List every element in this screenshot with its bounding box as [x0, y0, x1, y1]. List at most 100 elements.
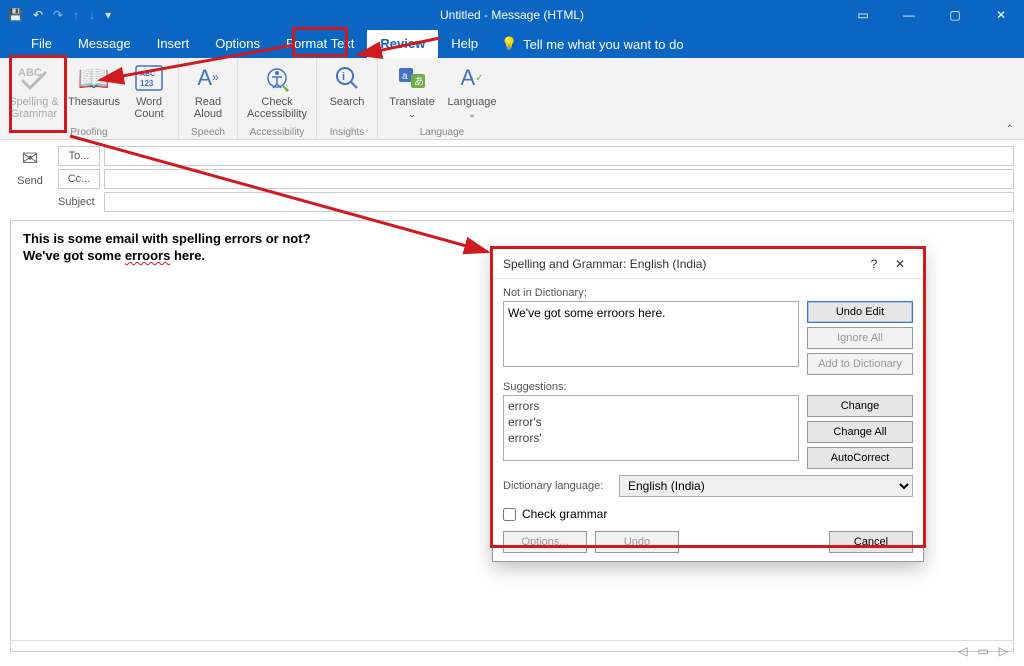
- cancel-button[interactable]: Cancel: [829, 531, 913, 553]
- maximize-icon[interactable]: ▢: [932, 0, 978, 30]
- add-to-dictionary-button[interactable]: Add to Dictionary: [807, 353, 913, 375]
- autocorrect-button[interactable]: AutoCorrect: [807, 447, 913, 469]
- group-insights: Insights: [330, 127, 364, 140]
- collapse-ribbon-icon[interactable]: ⌃: [1006, 124, 1014, 135]
- spelling-grammar-button[interactable]: ABC Spelling & Grammar: [6, 62, 62, 120]
- ignore-all-button[interactable]: Ignore All: [807, 327, 913, 349]
- group-language: Language: [420, 127, 465, 140]
- language-icon: A✓: [460, 62, 483, 94]
- subject-label: Subject: [58, 192, 100, 212]
- tab-options[interactable]: Options: [202, 30, 273, 58]
- suggestion-item[interactable]: errors: [508, 398, 794, 414]
- status-right-icon[interactable]: ▷: [999, 644, 1008, 658]
- search-icon: i: [333, 62, 361, 94]
- body-line-1: This is some email with spelling errors …: [23, 231, 1001, 246]
- ribbon-tabs: File Message Insert Options Format Text …: [0, 30, 1024, 58]
- ribbon: ABC Spelling & Grammar 📖 Thesaurus ABC12…: [0, 58, 1024, 140]
- tab-file[interactable]: File: [18, 30, 65, 58]
- change-all-button[interactable]: Change All: [807, 421, 913, 443]
- spelling-icon: ABC: [16, 62, 52, 94]
- cc-button[interactable]: Cc...: [58, 169, 100, 189]
- undo-edit-button[interactable]: Undo Edit: [807, 301, 913, 323]
- suggestions-label: Suggestions:: [503, 381, 799, 393]
- group-accessibility: Accessibility: [250, 127, 304, 140]
- word-count-button[interactable]: ABC123 Word Count: [126, 62, 172, 120]
- suggestion-item[interactable]: error's: [508, 414, 794, 430]
- svg-text:あ: あ: [414, 76, 424, 88]
- status-left-icon[interactable]: ◁: [958, 644, 967, 658]
- wordcount-icon: ABC123: [134, 62, 164, 94]
- lightbulb-icon: 💡: [501, 36, 517, 52]
- translate-label: Translate⌄: [389, 96, 434, 120]
- qat-dropdown-icon[interactable]: ▾: [105, 8, 111, 22]
- undo-button[interactable]: Undo: [595, 531, 679, 553]
- save-icon[interactable]: 💾: [8, 8, 23, 22]
- spelling-label: Spelling & Grammar: [9, 96, 59, 120]
- tab-review[interactable]: Review: [367, 30, 438, 58]
- svg-text:i: i: [342, 71, 345, 83]
- to-field[interactable]: [104, 146, 1014, 166]
- dialog-close-icon[interactable]: ✕: [887, 257, 913, 271]
- read-aloud-icon: A»: [197, 62, 218, 94]
- change-button[interactable]: Change: [807, 395, 913, 417]
- tab-insert[interactable]: Insert: [144, 30, 203, 58]
- language-button[interactable]: A✓ Language⌄: [444, 62, 500, 120]
- language-label: Language⌄: [448, 96, 497, 120]
- tab-help[interactable]: Help: [438, 30, 491, 58]
- ribbon-display-icon[interactable]: ▭: [840, 0, 886, 30]
- check-grammar-checkbox[interactable]: Check grammar: [503, 507, 913, 521]
- check-grammar-box[interactable]: [503, 508, 516, 521]
- tab-format-text[interactable]: Format Text: [273, 30, 367, 58]
- options-button[interactable]: Options...: [503, 531, 587, 553]
- wordcount-label: Word Count: [134, 96, 163, 120]
- not-in-dict-label: Not in Dictionary;: [503, 287, 799, 299]
- suggestions-list[interactable]: errorserror'serrors': [503, 395, 799, 461]
- svg-text:a: a: [402, 71, 408, 82]
- tell-me[interactable]: 💡 Tell me what you want to do: [501, 36, 684, 52]
- dialog-title: Spelling and Grammar: English (India): [503, 257, 861, 271]
- send-label[interactable]: Send: [17, 175, 43, 187]
- group-proofing: Proofing: [70, 127, 107, 140]
- status-bar: ◁ ▭ ▷: [10, 640, 1014, 660]
- dialog-help-icon[interactable]: ?: [861, 257, 887, 271]
- search-button[interactable]: i Search: [323, 62, 371, 108]
- read-aloud-button[interactable]: A» Read Aloud: [185, 62, 231, 120]
- not-in-dict-textarea[interactable]: [503, 301, 799, 367]
- svg-text:123: 123: [140, 79, 154, 88]
- thesaurus-button[interactable]: 📖 Thesaurus: [66, 62, 122, 108]
- translate-button[interactable]: aあ Translate⌄: [384, 62, 440, 120]
- svg-text:ABC: ABC: [18, 67, 42, 79]
- thesaurus-label: Thesaurus: [68, 96, 120, 108]
- check-accessibility-button[interactable]: Check Accessibility: [244, 62, 310, 120]
- minimize-icon[interactable]: —: [886, 0, 932, 30]
- translate-icon: aあ: [397, 62, 427, 94]
- accessibility-icon: [263, 62, 291, 94]
- close-icon[interactable]: ✕: [978, 0, 1024, 30]
- thesaurus-icon: 📖: [78, 62, 110, 94]
- misspelled-word[interactable]: erroors: [125, 248, 171, 263]
- accessibility-label: Check Accessibility: [247, 96, 307, 120]
- window-title: Untitled - Message (HTML): [440, 8, 584, 22]
- compose-header: ✉ Send To... Cc... Subject: [0, 140, 1024, 212]
- suggestion-item[interactable]: errors': [508, 430, 794, 446]
- svg-text:ABC: ABC: [140, 71, 155, 78]
- dict-lang-label: Dictionary language:: [503, 480, 613, 492]
- spelling-dialog: Spelling and Grammar: English (India) ? …: [492, 248, 924, 562]
- dict-lang-select[interactable]: English (India): [619, 475, 913, 497]
- qat-up-icon: ↑: [73, 8, 79, 22]
- tell-me-text: Tell me what you want to do: [523, 37, 683, 52]
- undo-icon[interactable]: ↶: [33, 8, 43, 22]
- cc-field[interactable]: [104, 169, 1014, 189]
- to-button[interactable]: To...: [58, 146, 100, 166]
- qat-down-icon: ↓: [89, 8, 95, 22]
- check-grammar-label: Check grammar: [522, 507, 607, 521]
- status-box-icon[interactable]: ▭: [977, 644, 988, 658]
- read-aloud-label: Read Aloud: [194, 96, 222, 120]
- tab-message[interactable]: Message: [65, 30, 144, 58]
- title-bar: 💾 ↶ ↷ ↑ ↓ ▾ Untitled - Message (HTML) ▭ …: [0, 0, 1024, 30]
- redo-icon[interactable]: ↷: [53, 8, 63, 22]
- subject-field[interactable]: [104, 192, 1014, 212]
- search-label: Search: [330, 96, 365, 108]
- send-icon[interactable]: ✉: [22, 146, 39, 171]
- group-speech: Speech: [191, 127, 225, 140]
